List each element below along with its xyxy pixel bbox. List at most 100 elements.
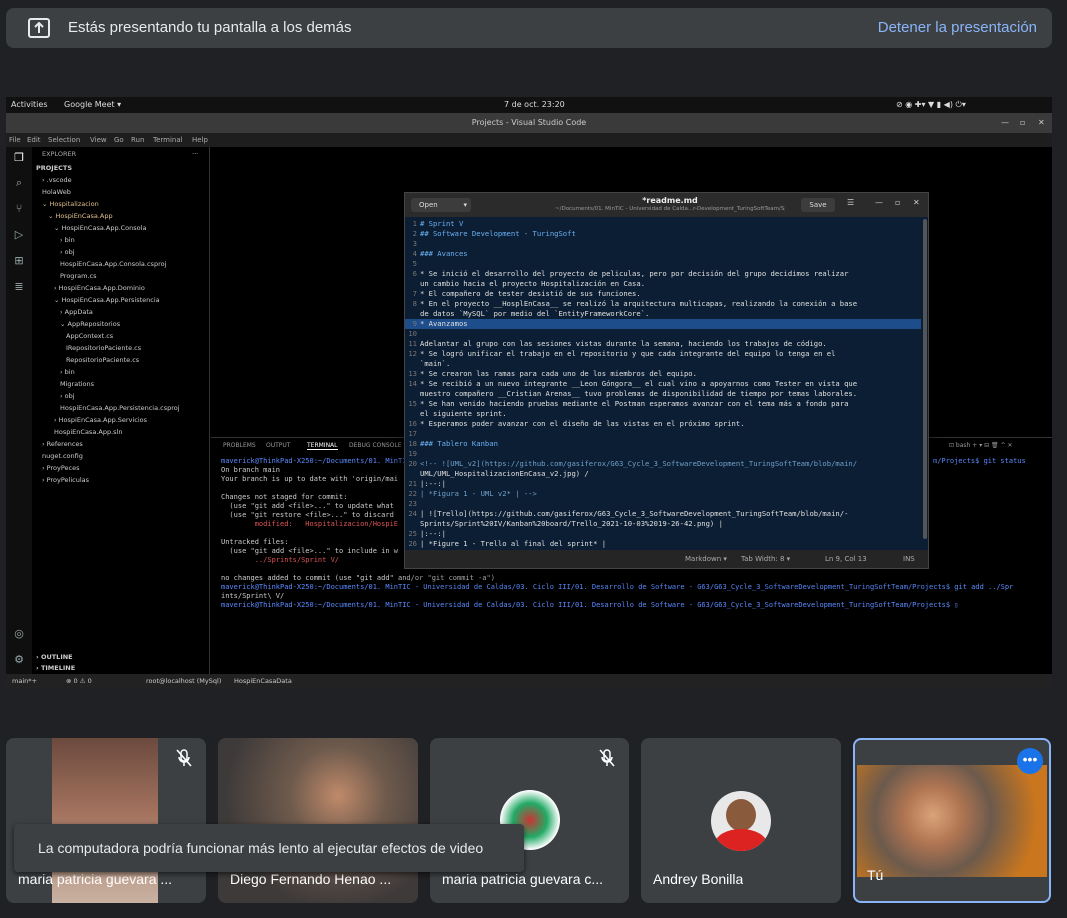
hamburger-menu-icon[interactable]: ☰ bbox=[847, 198, 854, 207]
problems-indicator[interactable]: ⊗ 0 ⚠ 0 bbox=[66, 677, 92, 685]
explorer-tree-item[interactable]: › AppData bbox=[60, 307, 93, 317]
line-number: 18 bbox=[408, 439, 417, 448]
self-tile[interactable]: ••• Tú bbox=[853, 738, 1051, 903]
cursor-position[interactable]: Ln 9, Col 13 bbox=[825, 555, 867, 563]
explorer-tree-item[interactable]: nuget.config bbox=[42, 451, 83, 461]
explorer-tree-item[interactable]: AppContext.cs bbox=[66, 331, 113, 341]
explorer-tree-item[interactable]: RepositorioPaciente.cs bbox=[66, 355, 139, 365]
explorer-tree-item[interactable]: ⌄ Hospitalizacion bbox=[42, 199, 99, 209]
participant-tile[interactable]: Diego Fernando Henao ... bbox=[218, 738, 418, 903]
participant-tile[interactable]: maria patricia guevara ... bbox=[6, 738, 206, 903]
minimize-icon[interactable]: — bbox=[875, 198, 883, 207]
explorer-tree-item[interactable]: › ProyPeces bbox=[42, 463, 79, 473]
text-editor-header: Open ▾ *readme.md ~/Documents/01. MinTIC… bbox=[405, 193, 928, 217]
participant-tile[interactable]: Andrey Bonilla bbox=[641, 738, 841, 903]
explorer-tree-item[interactable]: HospiEnCasa.App.sln bbox=[54, 427, 122, 437]
tab-debug-console[interactable]: DEBUG CONSOLE bbox=[349, 442, 402, 449]
explorer-tree-item[interactable]: HospiEnCasa.App.Persistencia.csproj bbox=[60, 403, 180, 413]
maximize-icon[interactable]: ▫ bbox=[1020, 113, 1025, 133]
close-icon[interactable]: ✕ bbox=[913, 198, 920, 207]
participant-name: Tú bbox=[867, 867, 884, 883]
code-line: * Esperamos poder avanzar con el diseño … bbox=[420, 419, 745, 428]
minimize-icon[interactable]: — bbox=[1001, 113, 1009, 133]
timeline-section[interactable]: › TIMELINE bbox=[36, 663, 75, 673]
explorer-tree-item[interactable]: › .vscode bbox=[42, 175, 72, 185]
explorer-tree-item[interactable]: Migrations bbox=[60, 379, 94, 389]
code-line: de datos `MySQL` por medio del `EntityFr… bbox=[420, 309, 650, 318]
explorer-tree-item[interactable]: › obj bbox=[60, 247, 75, 257]
explorer-tree-item[interactable]: PROJECTS bbox=[36, 163, 72, 173]
maximize-icon[interactable]: ▫ bbox=[895, 198, 900, 207]
meet-app-menu[interactable]: Google Meet ▾ bbox=[64, 100, 121, 109]
shared-screen: Activities Google Meet ▾ 7 de oct. 23:20… bbox=[6, 97, 1052, 688]
menu-selection[interactable]: Selection bbox=[48, 136, 80, 144]
code-line: `main`. bbox=[420, 359, 451, 368]
database-icon[interactable]: ≣ bbox=[12, 280, 26, 294]
open-button[interactable]: Open ▾ bbox=[411, 198, 471, 212]
project-indicator[interactable]: HospiEnCasaData bbox=[234, 677, 292, 685]
markdown-editor[interactable]: 1 # Sprint V 2 ## Software Development - Tu… bbox=[405, 217, 921, 550]
explorer-tree-item[interactable]: ⌄ HospiEnCasa.App.Persistencia bbox=[54, 295, 160, 305]
explorer-tree-item[interactable]: IRepositorioPaciente.cs bbox=[66, 343, 141, 353]
vscode-menubar: File Edit Selection View Go Run Terminal… bbox=[6, 133, 1052, 147]
explorer-tree-item[interactable]: ⌄ HospiEnCasa.App bbox=[48, 211, 113, 221]
settings-gear-icon[interactable]: ⚙ bbox=[12, 653, 26, 667]
terminal-line: Untracked files: bbox=[221, 538, 289, 546]
explorer-tree-item[interactable]: › HospiEnCasa.App.Dominio bbox=[54, 283, 145, 293]
menu-help[interactable]: Help bbox=[192, 136, 208, 144]
stop-presenting-button[interactable]: Detener la presentación bbox=[878, 19, 1037, 36]
db-connection[interactable]: root@localhost (MySql) bbox=[146, 677, 221, 685]
menu-run[interactable]: Run bbox=[131, 136, 144, 144]
explorer-tree-item[interactable]: ⌄ HospiEnCasa.App.Consola bbox=[54, 223, 146, 233]
branch-indicator[interactable]: main*+ bbox=[12, 677, 37, 685]
code-line: |:--:| bbox=[420, 479, 446, 488]
explorer-tree-item[interactable]: › ProyPeliculas bbox=[42, 475, 89, 485]
search-icon[interactable]: ⌕ bbox=[12, 176, 26, 190]
code-line: un cambio hacia el proyecto Hospitalizac… bbox=[420, 279, 646, 288]
menu-go[interactable]: Go bbox=[114, 136, 124, 144]
explorer-tree-item[interactable]: HospiEnCasa.App.Consola.csproj bbox=[60, 259, 166, 269]
explorer-tree-item[interactable]: › HospiEnCasa.App.Servicios bbox=[54, 415, 147, 425]
explorer-more-icon[interactable]: ··· bbox=[192, 149, 198, 159]
explorer-tree-item[interactable]: › obj bbox=[60, 391, 75, 401]
explorer-tree-item[interactable]: ⌄ AppRepositorios bbox=[60, 319, 120, 329]
participant-name: Diego Fernando Henao ... bbox=[230, 871, 392, 887]
terminal-line: maverick@ThinkPad-X250:~/Documents/01. M… bbox=[221, 457, 411, 465]
close-icon[interactable]: ✕ bbox=[1038, 113, 1045, 133]
tab-width-select[interactable]: Tab Width: 8 ▾ bbox=[741, 555, 790, 563]
code-line: ### Avances bbox=[420, 249, 468, 258]
terminal-controls[interactable]: ⊡ bash + ▾ ⊟ 🗑 ^ ✕ bbox=[949, 442, 1013, 449]
menu-terminal[interactable]: Terminal bbox=[153, 136, 183, 144]
explorer-tree-item[interactable]: › References bbox=[42, 439, 83, 449]
explorer-icon[interactable]: ❐ bbox=[12, 151, 26, 165]
extensions-icon[interactable]: ⊞ bbox=[12, 254, 26, 268]
source-control-icon[interactable]: ⑂ bbox=[12, 202, 26, 216]
menu-edit[interactable]: Edit bbox=[27, 136, 41, 144]
outline-section[interactable]: › OUTLINE bbox=[36, 652, 73, 662]
more-options-icon[interactable]: ••• bbox=[1017, 748, 1043, 774]
menu-view[interactable]: View bbox=[90, 136, 107, 144]
code-line: * Avanzamos bbox=[420, 319, 468, 328]
code-line: * En el proyecto __HosplEnCasa__ se real… bbox=[420, 299, 858, 308]
participant-tile[interactable]: maria patricia guevara c... bbox=[430, 738, 629, 903]
code-line: * Se crearon las ramas para cada uno de … bbox=[420, 369, 697, 378]
activities-button[interactable]: Activities bbox=[11, 100, 48, 109]
explorer-tree-item[interactable]: › bin bbox=[60, 235, 75, 245]
explorer-tree-item[interactable]: Program.cs bbox=[60, 271, 96, 281]
save-button[interactable]: Save bbox=[801, 198, 835, 212]
tab-problems[interactable]: PROBLEMS bbox=[223, 442, 256, 449]
line-number: 9 bbox=[412, 319, 417, 328]
scrollbar[interactable] bbox=[923, 219, 927, 539]
explorer-tree-item[interactable]: › bin bbox=[60, 367, 75, 377]
explorer-tree-item[interactable]: HolaWeb bbox=[42, 187, 71, 197]
language-select[interactable]: Markdown ▾ bbox=[685, 555, 727, 563]
clock[interactable]: 7 de oct. 23:20 bbox=[504, 100, 565, 109]
menu-file[interactable]: File bbox=[9, 136, 21, 144]
code-line: Adelantar al grupo con las sesiones vist… bbox=[420, 339, 827, 348]
tab-terminal[interactable]: TERMINAL bbox=[307, 442, 338, 450]
tab-output[interactable]: OUTPUT bbox=[266, 442, 290, 449]
account-icon[interactable]: ◎ bbox=[12, 627, 26, 641]
run-debug-icon[interactable]: ▷ bbox=[12, 228, 26, 242]
line-number: 1 bbox=[412, 219, 417, 228]
line-number: 21 bbox=[408, 479, 417, 488]
